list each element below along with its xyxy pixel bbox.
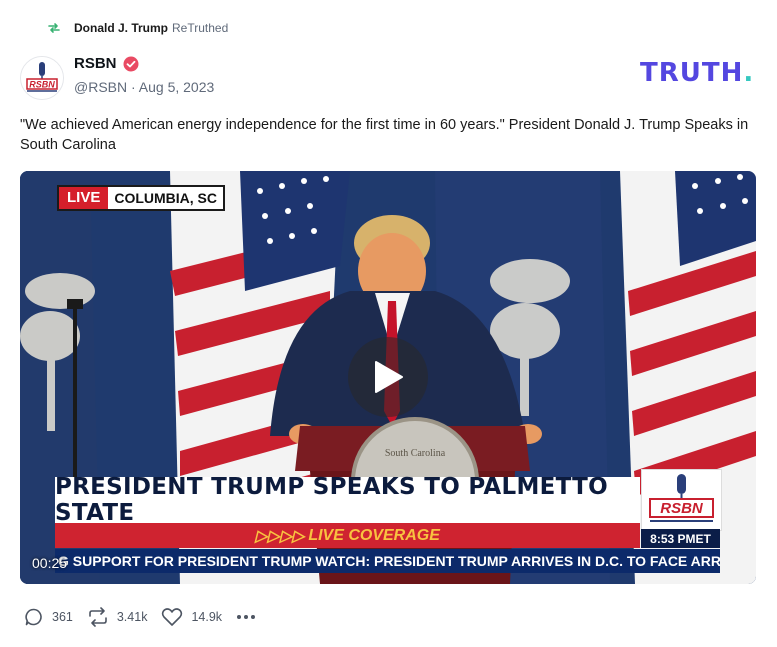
more-icon: [237, 615, 256, 619]
headline-text: PRESIDENT TRUMP SPEAKS TO PALMETTO STATE: [55, 474, 609, 526]
verified-icon: [123, 56, 139, 72]
play-button[interactable]: [348, 337, 428, 417]
retruth-user-name[interactable]: Donald J. Trump: [74, 21, 168, 35]
video-player[interactable]: South Carolina LIVE COLUMBIA, SC PRESIDE…: [20, 171, 756, 584]
live-badge: LIVE COLUMBIA, SC: [57, 185, 226, 211]
avatar[interactable]: RSBN: [20, 56, 64, 100]
subheadline-text: LIVE COVERAGE: [308, 526, 440, 544]
like-button[interactable]: 14.9k: [161, 607, 222, 627]
retruth-banner: Donald J. Trump ReTruthed: [46, 18, 228, 38]
author-name-row: RSBN: [74, 55, 139, 72]
more-button[interactable]: [236, 614, 264, 620]
reply-count: 361: [52, 610, 73, 624]
broadcast-time: 8:53 PMET: [641, 529, 720, 548]
seal-text: South Carolina: [385, 448, 446, 459]
play-icon: [375, 361, 403, 393]
reply-button[interactable]: 361: [24, 607, 73, 627]
lower-third-subheadline: ▷▷▷▷ LIVE COVERAGE: [55, 523, 640, 548]
heart-icon: [162, 608, 183, 626]
live-label: LIVE: [59, 187, 109, 209]
network-logo: RSBN: [641, 469, 722, 531]
retruth-action-icon: [89, 607, 107, 627]
action-bar: 361 3.41k 14.9k: [24, 604, 278, 630]
like-count: 14.9k: [191, 610, 223, 624]
post-date[interactable]: Aug 5, 2023: [139, 79, 215, 95]
lower-third-headline: PRESIDENT TRUMP SPEAKS TO PALMETTO STATE: [55, 474, 640, 526]
author-handle[interactable]: @RSBN: [74, 79, 127, 95]
network-logo-text: RSBN: [660, 500, 704, 517]
news-ticker: G SUPPORT FOR PRESIDENT TRUMP WATCH: PRE…: [55, 549, 720, 573]
meta-separator: ·: [131, 79, 139, 95]
author-name[interactable]: RSBN: [74, 55, 117, 72]
retruth-icon: [48, 23, 60, 33]
retruth-button[interactable]: 3.41k: [87, 607, 148, 627]
reply-icon: [25, 608, 42, 626]
location-label: COLUMBIA, SC: [114, 190, 218, 206]
post-text: "We achieved American energy independenc…: [20, 117, 749, 153]
truth-logo[interactable]: TRUTH.: [640, 58, 754, 88]
retruth-count: 3.41k: [116, 610, 148, 624]
ticker-text: G SUPPORT FOR PRESIDENT TRUMP WATCH: PRE…: [58, 553, 720, 569]
video-timecode: 00:25: [32, 555, 68, 571]
author-meta: @RSBN · Aug 5, 2023: [74, 79, 214, 95]
retruth-label: ReTruthed: [172, 21, 229, 35]
subheadline-arrows: ▷▷▷▷: [255, 527, 305, 545]
avatar-text: RSBN: [29, 80, 55, 90]
